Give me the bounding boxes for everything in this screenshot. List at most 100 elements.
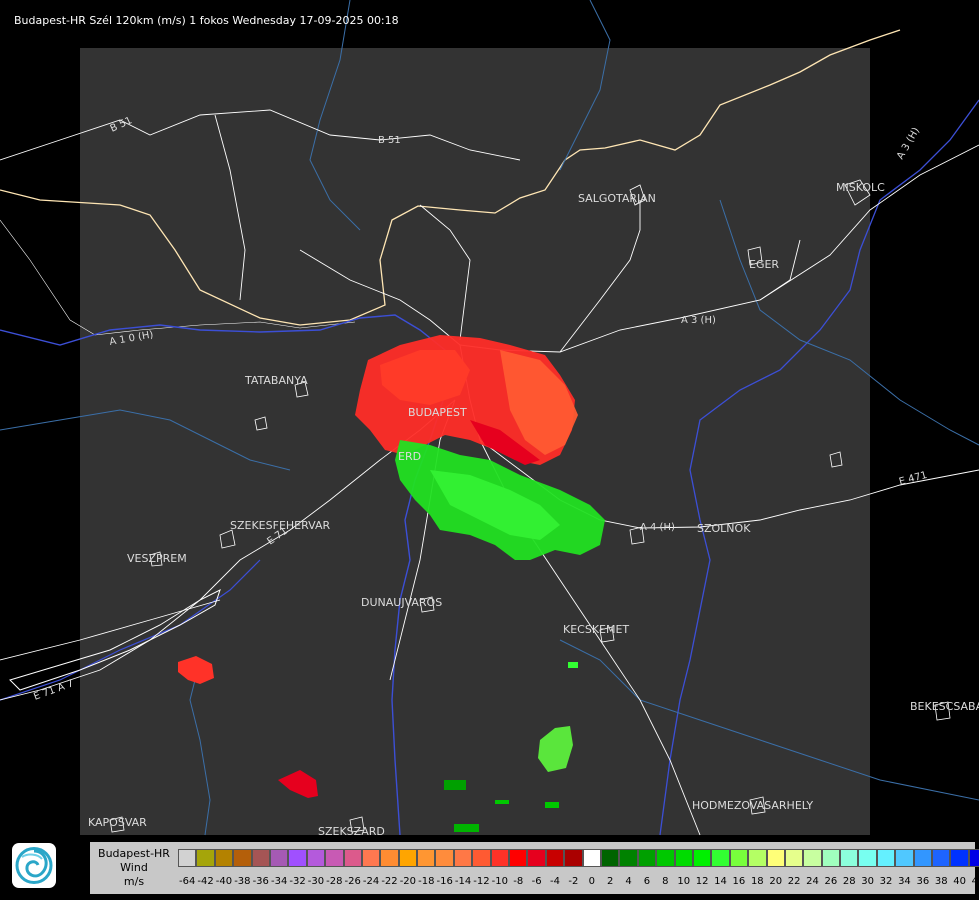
legend-tick-label: 20 [769,876,783,887]
legend-tick-label: 12 [695,876,709,887]
legend-radar-name: Budapest-HR [98,847,170,860]
legend-tick-label: 36 [916,876,930,887]
city-label-salgotarjan: SALGOTARJAN [578,192,656,205]
legend-swatch [269,849,289,867]
legend-tick-label: -8 [513,876,524,887]
legend-tick-label: 18 [750,876,764,887]
legend-swatch [435,849,454,867]
legend-swatch [453,849,473,867]
legend-swatch [214,849,234,867]
legend-swatch [380,849,399,867]
legend-tick-label: 28 [842,876,856,887]
legend-swatch [288,849,307,867]
city-label-szekesfehervar: SZEKESFEHERVAR [230,519,331,532]
legend-swatch [876,849,896,867]
legend-swatch [932,849,951,867]
legend-swatch [343,849,362,867]
swirl-logo-icon [15,847,53,884]
legend-swatch [674,849,693,867]
legend-swatch [711,849,730,867]
radar-map-view: B 51 B 51 A 3 (H) A 3 (H) A 1 0 (H) A 4 … [0,0,979,900]
logo [12,843,56,888]
legend-tick-label: 16 [732,876,746,887]
legend-swatch [509,849,528,867]
legend-tick-label: 38 [934,876,948,887]
legend-swatch [748,849,767,867]
legend-tick-label: -32 [289,876,306,887]
legend-swatch [840,849,859,867]
legend-swatch [766,849,785,867]
legend-tick-label: -28 [326,876,343,887]
legend-swatch [858,849,877,867]
city-label-bekescsaba: BEKESCSABA [910,700,979,713]
legend-swatch [545,849,565,867]
legend-tick-label: -26 [344,876,361,887]
legend-swatch [472,849,491,867]
legend-tick-label: 40 [953,876,966,887]
legend-swatch [398,849,418,867]
legend-swatch [582,849,601,867]
city-label-dunaujvaros: DUNAUJVAROS [361,596,442,609]
legend-swatch [821,849,841,867]
legend-tick-label: -40 [215,876,233,887]
legend-tick-label: -38 [234,876,251,887]
road-label-b51-east: B 51 [378,135,401,146]
legend-tick-label: 10 [677,876,691,887]
legend-ticks: -64 -42 -40 -38 -36 -34 -32 -30 -28 -26 -24 -22 -20-… [178,876,979,890]
city-label-kaposvar: KAPOSVAR [88,816,147,829]
legend-tick-label: 32 [879,876,893,887]
legend-swatch [729,849,749,867]
legend-swatch [913,849,933,867]
legend-swatch [527,849,546,867]
city-label-szekszard: SZEKSZARD [318,825,385,838]
legend-swatch [950,849,969,867]
legend-tick-label: 22 [787,876,801,887]
legend-swatch [233,849,252,867]
legend-swatch [564,849,583,867]
legend-tick-label: 4 [625,876,632,887]
legend-tick-label: 26 [824,876,838,887]
legend-tick-label: -24 [362,876,380,887]
legend-tick-label: -2 [568,876,579,887]
legend-tick-label: -14 [454,876,472,887]
legend-name: Budapest-HR Wind m/s [90,842,178,894]
legend-tick-label: -20 [399,876,417,887]
legend-tick-label: 24 [806,876,819,887]
legend-tick-label: -12 [473,876,490,887]
legend-swatch [178,849,197,867]
legend-tick-label: 42 [971,876,979,887]
legend-swatch [656,849,675,867]
city-label-veszprem: VESZPREM [127,552,187,565]
legend-swatch [784,849,804,867]
legend-swatch [619,849,638,867]
legend-swatch [417,849,436,867]
legend-unit: m/s [123,875,145,888]
legend-tick-label: 30 [861,876,875,887]
legend-tick-label: -34 [270,876,288,887]
legend-swatch [325,849,344,867]
legend-swatch [895,849,914,867]
city-label-hodmezovasarhely: HODMEZOVASARHELY [692,799,813,812]
legend-tick-label: -64 [179,876,196,887]
legend-tick-label: -18 [418,876,435,887]
road-label-a3: A 3 (H) [681,315,716,326]
legend-tick-label: 14 [714,876,727,887]
legend-product-name: Wind [120,861,148,874]
legend-tick-label: -4 [550,876,560,887]
city-label-miskolc: MISKOLC [836,181,885,194]
legend-swatch [196,849,215,867]
legend-swatch [251,849,270,867]
legend-tick-label: 2 [606,876,614,887]
legend-swatch [968,849,979,867]
city-label-eger: EGER [749,258,779,271]
map-title: Budapest-HR Szél 120km (m/s) 1 fokos Wed… [14,14,399,27]
legend-tick-label: 6 [643,876,651,887]
legend-swatch [637,849,657,867]
city-label-erd: ERD [398,450,421,463]
radar-map: B 51 B 51 A 3 (H) A 3 (H) A 1 0 (H) A 4 … [0,0,979,900]
city-label-tatabanya: TATABANYA [244,374,308,387]
legend-swatch [600,849,620,867]
legend-tick-label: -42 [197,876,214,887]
legend-swatch [306,849,326,867]
city-label-szolnok: SZOLNOK [697,522,751,535]
